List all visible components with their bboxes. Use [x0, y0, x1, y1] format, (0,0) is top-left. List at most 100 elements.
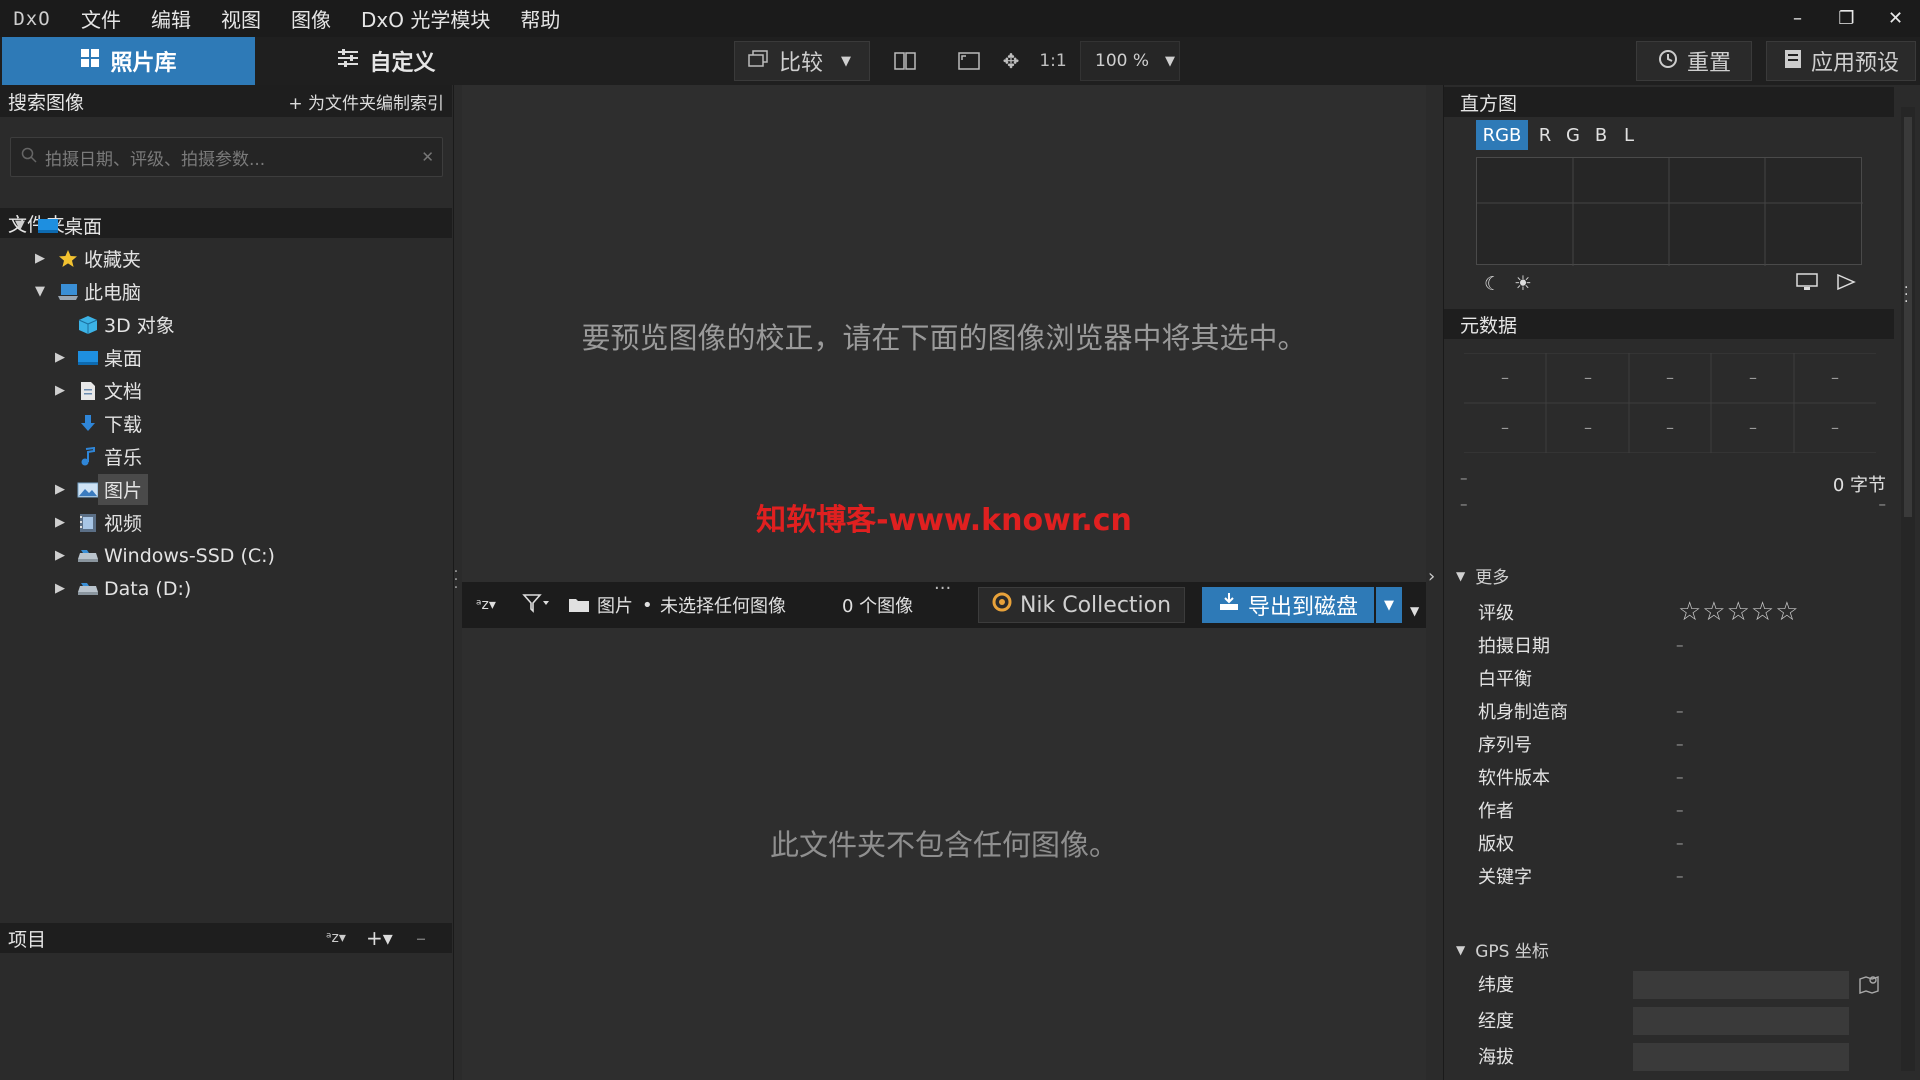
property-label: 评级 [1478, 603, 1514, 624]
channel-tab-g[interactable]: G [1562, 120, 1584, 150]
filter-icon[interactable] [522, 593, 550, 618]
one-to-one-button[interactable]: 1:1 [1036, 45, 1070, 77]
menu-file[interactable]: 文件 [64, 0, 134, 37]
restore-icon[interactable]: ❐ [1822, 0, 1871, 37]
reset-button[interactable]: 重置 [1636, 41, 1752, 81]
index-folder-button[interactable]: + 为文件夹编制索引 [288, 89, 444, 114]
longitude-field[interactable] [1633, 1007, 1849, 1035]
more-section-header[interactable]: ▼ 更多 [1456, 563, 1509, 588]
compare-dropdown-icon[interactable]: ▼ [841, 54, 851, 69]
add-project-button[interactable]: +▾ [366, 926, 393, 950]
folder-tree-item[interactable]: ▶ Windows-SSD (C:) [0, 539, 452, 572]
tab-library[interactable]: 照片库 [2, 37, 255, 85]
collapsed-arrow-icon[interactable]: ▶ [52, 350, 68, 365]
expanded-arrow-icon[interactable]: ▼ [32, 284, 48, 299]
expanded-arrow-icon[interactable]: ▼ [12, 218, 28, 233]
folder-tree-item[interactable]: 下载 [0, 407, 452, 440]
cube-icon [76, 314, 100, 336]
panel-options-icon[interactable]: · · · [1904, 281, 1908, 309]
tab-customize[interactable]: 自定义 [255, 37, 518, 85]
sliders-icon [337, 48, 359, 74]
drive-icon [76, 578, 100, 600]
collapse-browser-icon[interactable]: ▼ [1410, 604, 1419, 618]
desktop-icon [76, 347, 100, 369]
collapsed-arrow-icon[interactable]: ▶ [52, 548, 68, 563]
export-to-disk-button[interactable]: 导出到磁盘 [1202, 587, 1374, 623]
folder-tree-label: 图片 [98, 474, 149, 505]
move-icon[interactable]: ✥ [996, 45, 1026, 77]
compare-icon [747, 49, 769, 73]
menu-optics-modules[interactable]: DxO 光学模块 [344, 0, 503, 37]
folder-tree-item[interactable]: ▼ 此电脑 [0, 275, 452, 308]
menu-view[interactable]: 视图 [204, 0, 274, 37]
folder-tree-item[interactable]: 音乐 [0, 440, 452, 473]
collapsed-arrow-icon[interactable]: ▶ [52, 515, 68, 530]
channel-tab-r[interactable]: R [1534, 120, 1556, 150]
menu-help[interactable]: 帮助 [503, 0, 573, 37]
folder-tree-item[interactable]: ▶ 文档 [0, 374, 452, 407]
channel-tab-b[interactable]: B [1590, 120, 1612, 150]
scrollbar-thumb[interactable] [1904, 117, 1912, 517]
fit-screen-icon[interactable] [954, 45, 984, 77]
rating-stars[interactable]: ☆☆☆☆☆ [1678, 597, 1800, 627]
folder-tree-item[interactable]: ▶ 桌面 [0, 341, 452, 374]
property-row: 机身制造商 – [1478, 696, 1878, 726]
clear-search-icon[interactable]: ✕ [421, 148, 434, 166]
compare-button[interactable]: 比较 ▼ [734, 41, 870, 81]
highlight-clipping-icon[interactable]: ☀ [1514, 271, 1532, 295]
folder-tree-label: 3D 对象 [104, 315, 175, 337]
channel-tab-l[interactable]: L [1618, 120, 1640, 150]
folder-tree-label: 文档 [104, 381, 143, 403]
folder-tree-item[interactable]: ▶ 图片 [0, 473, 452, 506]
separator-dot: • [642, 594, 653, 616]
soft-proof-icon[interactable] [1836, 273, 1856, 296]
histogram-title: 直方图 [1460, 92, 1518, 115]
folder-tree-item[interactable]: ▶ 收藏夹 [0, 242, 452, 275]
close-icon[interactable]: ✕ [1871, 0, 1920, 37]
folder-tree-item[interactable]: ▶ 视频 [0, 506, 452, 539]
remove-project-button[interactable]: – [416, 926, 426, 950]
computer-icon [56, 281, 80, 303]
shadow-clipping-icon[interactable]: ☾ [1484, 273, 1501, 295]
right-panel-toggle-icon[interactable]: › [1428, 566, 1440, 596]
export-dropdown-icon[interactable]: ▼ [1376, 587, 1402, 623]
map-pin-icon[interactable] [1858, 973, 1880, 1000]
collapsed-arrow-icon[interactable]: ▶ [52, 482, 68, 497]
property-row: 关键字 – [1478, 861, 1878, 891]
meta-cell: – [1831, 367, 1839, 387]
sort-icon[interactable]: ᵃz▾ [476, 597, 496, 613]
channel-tab-rgb[interactable]: RGB [1476, 120, 1528, 150]
monitor-icon[interactable] [1796, 273, 1818, 296]
sort-az-icon[interactable]: ᵃz▾ [326, 930, 346, 946]
export-disk-icon [1218, 592, 1240, 618]
nik-collection-button[interactable]: Nik Collection [978, 587, 1185, 623]
altitude-field[interactable] [1633, 1043, 1849, 1071]
collapse-arrow-icon: ▼ [1456, 568, 1466, 583]
split-view-icon[interactable] [890, 45, 920, 77]
collapsed-arrow-icon[interactable]: ▶ [52, 383, 68, 398]
folder-tree-item[interactable]: 3D 对象 [0, 308, 452, 341]
property-row: 拍摄日期 – [1478, 630, 1878, 660]
history-icon [1657, 48, 1679, 75]
browser-more-icon[interactable]: ··· [934, 578, 951, 599]
minimize-icon[interactable]: – [1773, 0, 1822, 37]
menu-image[interactable]: 图像 [274, 0, 344, 37]
menu-edit[interactable]: 编辑 [134, 0, 204, 37]
property-label: 拍摄日期 [1478, 636, 1550, 657]
left-splitter-handle[interactable]: · · · [452, 565, 460, 595]
property-value: – [1676, 768, 1684, 786]
folder-tree-item[interactable]: ▶ Data (D:) [0, 572, 452, 605]
latitude-field[interactable] [1633, 971, 1849, 999]
folder-tree-item[interactable]: ▼ 桌面 [0, 209, 452, 242]
gps-section-header[interactable]: ▼ GPS 坐标 [1456, 937, 1549, 962]
right-panel-scrollbar[interactable] [1901, 107, 1915, 1071]
collapsed-arrow-icon[interactable]: ▶ [32, 251, 48, 266]
search-input[interactable]: 拍摄日期、评级、拍摄参数... ✕ [10, 137, 443, 177]
apply-preset-button[interactable]: 应用预设 [1766, 41, 1916, 81]
meta-cell: – [1831, 417, 1839, 437]
collapsed-arrow-icon[interactable]: ▶ [52, 581, 68, 596]
search-placeholder: 拍摄日期、评级、拍摄参数... [45, 149, 266, 170]
menubar: DxO 文件 编辑 视图 图像 DxO 光学模块 帮助 – ❐ ✕ [0, 0, 1920, 37]
zoom-select[interactable]: 100 % ▼ [1080, 41, 1180, 81]
image-count: 0 个图像 [842, 596, 914, 617]
